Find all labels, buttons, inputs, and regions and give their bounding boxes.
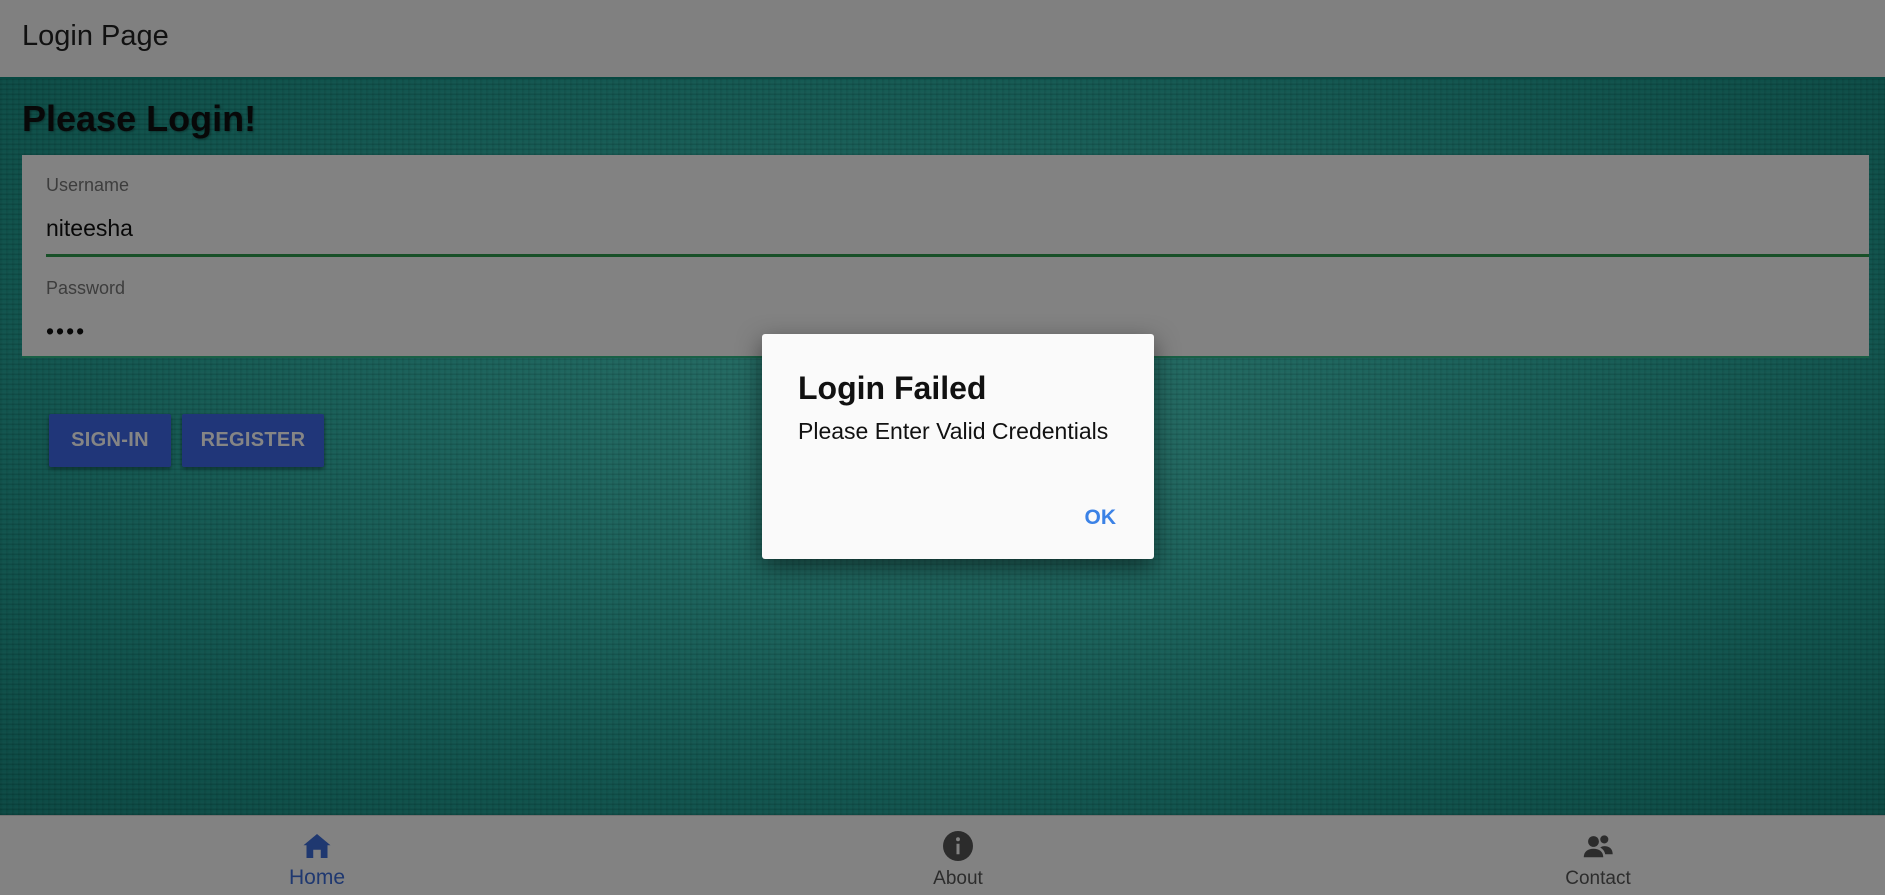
dialog-title: Login Failed <box>798 370 987 406</box>
login-failed-dialog: Login Failed Please Enter Valid Credenti… <box>762 334 1154 559</box>
ok-button[interactable]: OK <box>1077 502 1125 534</box>
login-page: Login Page Please Login! Username Passwo… <box>0 0 1885 895</box>
dialog-message: Please Enter Valid Credentials <box>798 418 1109 444</box>
